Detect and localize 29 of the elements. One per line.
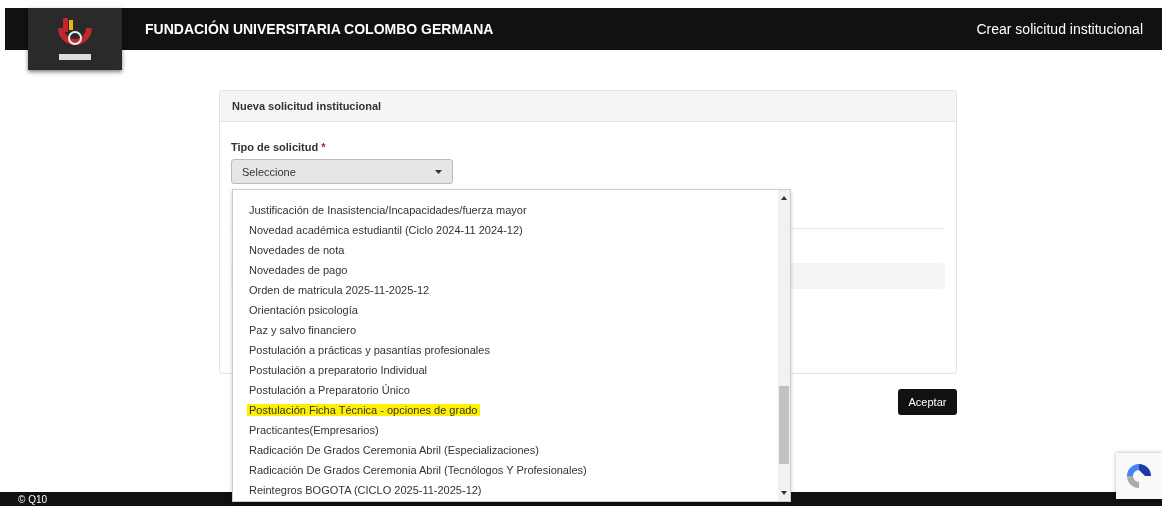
field-label: Tipo de solicitud (231, 141, 319, 153)
dropdown-option[interactable]: Paz y salvo financiero (247, 324, 358, 336)
create-request-link[interactable]: Crear solicitud institucional (976, 21, 1143, 37)
dropdown-option[interactable]: Radicación De Grados Ceremonia Abril (Especializaciones) (247, 444, 541, 456)
dropdown-option[interactable]: Postulación a Preparatorio Único (247, 384, 412, 396)
caret-icon (435, 169, 442, 174)
scroll-up-icon[interactable] (781, 196, 787, 200)
dropdown-option[interactable]: Novedades de pago (247, 264, 350, 276)
request-type-select[interactable]: Seleccione (231, 159, 453, 184)
scroll-down-icon[interactable] (781, 491, 787, 495)
dropdown-option[interactable]: Orientación psicología (247, 304, 360, 316)
dropdown-option[interactable]: Postulación Ficha Técnica - opciones de grado (247, 404, 480, 416)
dropdown-option[interactable]: Orden de matricula 2025-11-2025-12 (247, 284, 432, 296)
dropdown-option[interactable]: Novedades de nota (247, 244, 347, 256)
site-title: FUNDACIÓN UNIVERSITARIA COLOMBO GERMANA (145, 21, 494, 37)
required-mark: * (321, 141, 326, 153)
dropdown-option[interactable]: Justificación de Inasistencia/Incapacidades/fuerza mayor (247, 204, 529, 216)
card-title: Nueva solicitud institucional (232, 100, 382, 112)
recaptcha-badge[interactable] (1116, 453, 1162, 499)
dropdown-option[interactable]: Practicantes(Empresarios) (247, 424, 381, 436)
dropdown-option[interactable]: Postulación a preparatorio Individual (247, 364, 429, 376)
dropdown-option[interactable]: Reintegros BOGOTA (CICLO 2025-11-2025-12) (247, 484, 484, 496)
accept-button[interactable]: Aceptar (898, 389, 957, 415)
scrollbar-thumb[interactable] (779, 386, 789, 464)
dropdown-option[interactable]: Postulación a prácticas y pasantías profesionales (247, 344, 492, 356)
dropdown-option[interactable]: Novedad académica estudiantil (Ciclo 2024-11 2024-12) (247, 224, 525, 236)
scrollbar[interactable] (778, 190, 790, 501)
footer-text: © Q10 (18, 493, 48, 505)
dropdown-option[interactable]: Radicación De Grados Ceremonia Abril (Tecnólogos Y Profesionales) (247, 464, 589, 476)
